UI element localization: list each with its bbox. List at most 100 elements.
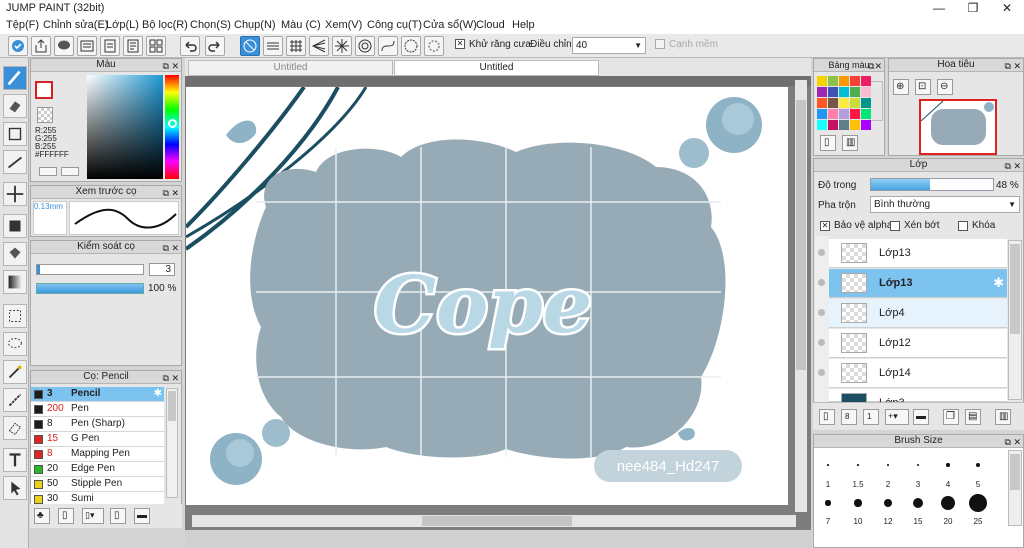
layer-visibility-toggle[interactable] bbox=[818, 279, 825, 286]
layer-folder-button[interactable]: ▬ bbox=[913, 409, 929, 425]
palette-swatch[interactable] bbox=[828, 109, 838, 119]
brush-item[interactable]: 8 Mapping Pen bbox=[31, 447, 164, 462]
new-brush-button[interactable]: ▯ bbox=[58, 508, 74, 524]
brush-size-dot[interactable] bbox=[887, 464, 889, 466]
layer-visibility-toggle[interactable] bbox=[818, 249, 825, 256]
zoom-out-button[interactable]: ⊖ bbox=[937, 79, 953, 95]
menu-edit[interactable]: Chỉnh sửa(E) bbox=[43, 19, 108, 31]
line-tool[interactable] bbox=[3, 150, 27, 174]
hue-handle[interactable] bbox=[168, 119, 177, 128]
canvas-paper[interactable]: Cope nee484_Hd247 bbox=[186, 87, 788, 505]
gear-icon[interactable]: ✱ bbox=[993, 275, 1004, 291]
menu-capture[interactable]: Chụp(N) bbox=[234, 19, 276, 31]
palette-swatch[interactable] bbox=[839, 120, 849, 130]
palette-swatch[interactable] bbox=[828, 76, 838, 86]
canvas-horizontal-scrollbar[interactable] bbox=[192, 515, 796, 527]
ellipse-ruler-button[interactable] bbox=[401, 36, 421, 56]
brush-material-button[interactable]: ♣ bbox=[34, 508, 50, 524]
panel-buttons[interactable]: ⧉✕ bbox=[868, 60, 882, 72]
palette-swatch[interactable] bbox=[839, 109, 849, 119]
brush-opacity-slider[interactable] bbox=[36, 283, 144, 294]
protect-alpha-checkbox[interactable]: ✕ bbox=[820, 221, 830, 231]
palette-swatch[interactable] bbox=[850, 98, 860, 108]
palette-swatch[interactable] bbox=[850, 76, 860, 86]
add-layer-menu-button[interactable]: +▾ bbox=[885, 409, 909, 425]
panel-buttons[interactable]: ⧉ ✕ bbox=[163, 60, 179, 72]
menu-file[interactable]: Tệp(F) bbox=[6, 19, 39, 31]
soft-edge-checkbox[interactable] bbox=[655, 39, 665, 49]
merge-layer-button[interactable]: ▤ bbox=[965, 409, 981, 425]
menu-tools[interactable]: Công cụ(T) bbox=[367, 19, 422, 31]
fill-rect-tool[interactable] bbox=[3, 214, 27, 238]
page-button[interactable] bbox=[100, 36, 120, 56]
layer-item[interactable]: Lớp13 bbox=[829, 239, 1007, 268]
brush-size-value[interactable]: 3 bbox=[149, 263, 175, 276]
gear-icon[interactable]: ✱ bbox=[154, 387, 162, 401]
brush-item[interactable]: 8 Pen (Sharp) bbox=[31, 417, 164, 432]
document-tab-1[interactable]: Untitled bbox=[188, 60, 393, 76]
palette-swatch[interactable] bbox=[861, 98, 871, 108]
palette-add-button[interactable]: ▯ bbox=[820, 135, 836, 151]
adjust-select[interactable]: 40 ▼ bbox=[572, 37, 646, 54]
brush-item[interactable]: 3 Pencil ✱ bbox=[31, 387, 164, 402]
brush-size-dot[interactable] bbox=[854, 499, 862, 507]
antialias-checkbox[interactable]: ✕ bbox=[455, 39, 465, 49]
select-eraser-tool[interactable] bbox=[3, 416, 27, 440]
palette-swatch[interactable] bbox=[850, 120, 860, 130]
palette-scrollbar[interactable] bbox=[869, 81, 883, 121]
palette-swatch[interactable] bbox=[839, 87, 849, 97]
palette-swatch[interactable] bbox=[861, 87, 871, 97]
new-8bit-layer-button[interactable]: 8 bbox=[841, 409, 857, 425]
grid-layout-button[interactable] bbox=[146, 36, 166, 56]
palette-swatch[interactable] bbox=[861, 76, 871, 86]
pen-tool[interactable] bbox=[3, 66, 27, 90]
brush-size-dot[interactable] bbox=[827, 464, 829, 466]
layer-item[interactable]: Lớp13 ✱ bbox=[829, 269, 1007, 298]
document-button[interactable] bbox=[123, 36, 143, 56]
ruler-off-button[interactable] bbox=[240, 36, 260, 56]
brush-size-scrollbar[interactable] bbox=[1008, 450, 1022, 526]
brush-item[interactable]: 50 Stipple Pen bbox=[31, 477, 164, 492]
palette-swatch[interactable] bbox=[850, 87, 860, 97]
eraser-tool[interactable] bbox=[3, 94, 27, 118]
layer-opacity-slider[interactable] bbox=[870, 178, 994, 191]
ruler-settings-button[interactable] bbox=[424, 36, 444, 56]
layer-item[interactable]: Lớp3 bbox=[829, 389, 1007, 413]
deselect-button[interactable] bbox=[8, 36, 28, 56]
lasso-tool[interactable] bbox=[3, 332, 27, 356]
panel-buttons[interactable]: ⧉ ✕ bbox=[1005, 60, 1021, 72]
palette-swatch[interactable] bbox=[828, 87, 838, 97]
maximize-button[interactable]: ❐ bbox=[956, 0, 990, 17]
palette-swatch[interactable] bbox=[861, 109, 871, 119]
brush-item[interactable]: 15 G Pen bbox=[31, 432, 164, 447]
menu-color[interactable]: Màu (C) bbox=[281, 19, 321, 31]
document-tab-2[interactable]: Untitled bbox=[394, 60, 599, 76]
brush-size-dot[interactable] bbox=[969, 494, 987, 512]
saturation-value-picker[interactable] bbox=[87, 75, 163, 179]
export-button[interactable] bbox=[31, 36, 51, 56]
close-window-button[interactable]: ✕ bbox=[990, 0, 1024, 17]
brush-size-dot[interactable] bbox=[946, 463, 950, 467]
material-button[interactable] bbox=[77, 36, 97, 56]
select-pen-tool[interactable] bbox=[3, 388, 27, 412]
redo-button[interactable] bbox=[205, 36, 225, 56]
menu-layer[interactable]: Lớp(L) bbox=[106, 19, 139, 31]
brush-menu-button[interactable]: ▯▾ bbox=[82, 508, 104, 524]
brush-folder-button[interactable]: ▬ bbox=[134, 508, 150, 524]
palette-swatch[interactable] bbox=[817, 120, 827, 130]
select-rect-tool[interactable] bbox=[3, 304, 27, 328]
palette-swatch[interactable] bbox=[817, 98, 827, 108]
palette-swatch[interactable] bbox=[817, 87, 827, 97]
layer-item[interactable]: Lớp14 bbox=[829, 359, 1007, 388]
panel-buttons[interactable]: ⧉ ✕ bbox=[163, 187, 179, 199]
palette-swatch[interactable] bbox=[839, 98, 849, 108]
bucket-tool[interactable] bbox=[3, 242, 27, 266]
panel-buttons[interactable]: ⧉ ✕ bbox=[163, 372, 179, 384]
brush-size-dot[interactable] bbox=[857, 464, 859, 466]
menu-filter[interactable]: Bộ lọc(R) bbox=[142, 19, 188, 31]
radial-ruler-button[interactable] bbox=[332, 36, 352, 56]
brush-list-scrollbar[interactable] bbox=[166, 388, 178, 498]
menu-cloud[interactable]: Cloud bbox=[476, 19, 505, 31]
new-1bit-layer-button[interactable]: 1 bbox=[863, 409, 879, 425]
comment-button[interactable] bbox=[54, 36, 74, 56]
